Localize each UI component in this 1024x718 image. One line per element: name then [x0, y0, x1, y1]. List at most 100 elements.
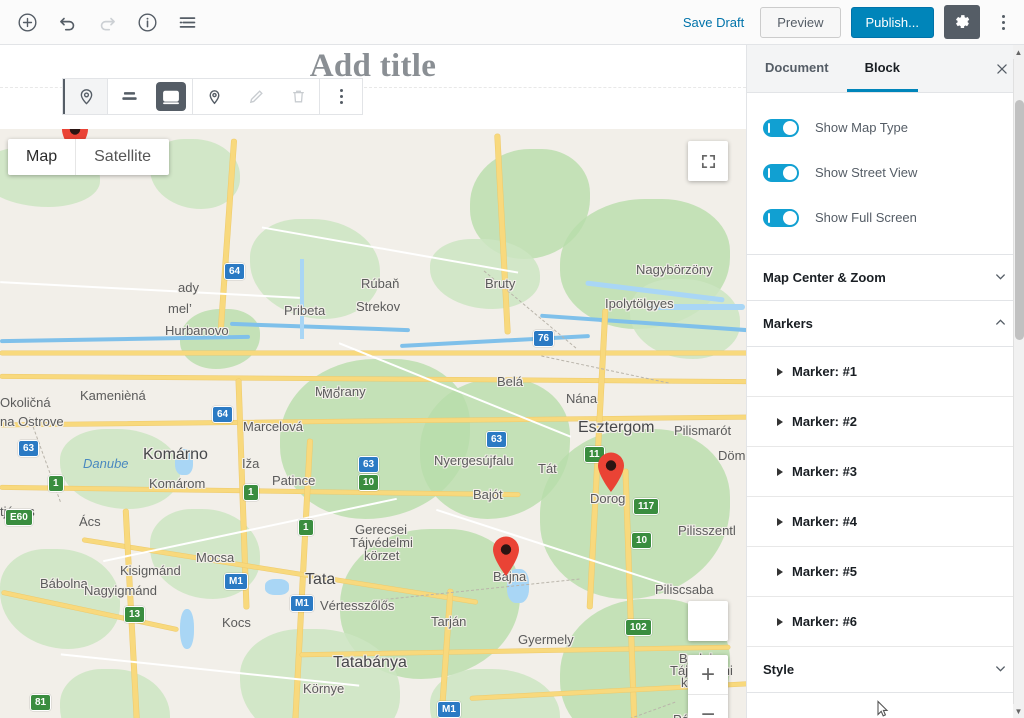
marker-accordion-row[interactable]: Marker: #1	[747, 347, 1024, 397]
marker-tools-group	[193, 79, 320, 114]
Dorog-marker[interactable]	[596, 451, 626, 493]
map-place-label: Bábolna	[40, 576, 88, 591]
panel-map-center-zoom[interactable]: Map Center & Zoom	[747, 255, 1024, 301]
sidebar-content: Show Map Type Show Street View Show Full S…	[747, 93, 1024, 718]
panel-map-center-zoom-label: Map Center & Zoom	[763, 270, 886, 285]
marker-accordion-row[interactable]: Marker: #6	[747, 597, 1024, 647]
marker-label: Marker: #2	[792, 414, 858, 429]
highway-shield: E60	[5, 509, 33, 526]
google-map-block[interactable]: Nagybörzöny Ipolytölgyes Bruty Rúbaň Strekov…	[0, 129, 746, 718]
toggle-row[interactable]: Show Map Type	[747, 105, 1024, 150]
map-place-label: Kisigmánd	[120, 563, 181, 578]
map-place-label: körzet	[364, 548, 400, 563]
scroll-down-arrow[interactable]: ▼	[1013, 704, 1024, 718]
save-draft-button[interactable]: Save Draft	[677, 11, 750, 34]
add-block-icon[interactable]	[8, 4, 46, 40]
ellipsis-vertical-icon[interactable]	[320, 79, 362, 114]
map-place-label: Dorog	[590, 491, 626, 506]
map-place-label: Környe	[303, 681, 345, 696]
toggle-label: Show Map Type	[815, 120, 908, 135]
triangle-right-icon	[777, 417, 783, 426]
marker-label: Marker: #6	[792, 614, 858, 629]
trash-icon	[277, 79, 319, 114]
Bajna-marker[interactable]	[491, 535, 521, 577]
info-icon[interactable]	[128, 4, 166, 40]
top-bar-left-tools	[0, 4, 206, 40]
map-place-label: Marcelová	[243, 419, 303, 434]
panel-style[interactable]: Style	[747, 647, 1024, 693]
marker-accordion-row[interactable]: Marker: #4	[747, 497, 1024, 547]
marker-label: Marker: #4	[792, 514, 858, 529]
block-type-group	[63, 79, 108, 114]
marker-pin-icon[interactable]	[193, 79, 235, 114]
highway-shield: 63	[486, 431, 508, 448]
toggle-switch[interactable]	[763, 208, 799, 227]
chevron-up-icon	[993, 315, 1008, 333]
panel-markers[interactable]: Markers	[747, 301, 1024, 347]
undo-icon[interactable]	[48, 4, 86, 40]
zoom-out-button[interactable]: −	[688, 695, 728, 718]
redo-icon	[88, 4, 126, 40]
map-type-map-button[interactable]: Map	[8, 139, 75, 175]
map-place-label: Pribeta	[284, 303, 326, 318]
highway-shield: 64	[212, 406, 234, 423]
toggle-label: Show Full Screen	[815, 210, 917, 225]
toggle-label: Show Street View	[815, 165, 918, 180]
map-place-label: Döm	[718, 448, 746, 463]
highway-shield: 63	[358, 456, 380, 473]
toggle-row[interactable]: Show Street View	[747, 150, 1024, 195]
gear-icon[interactable]	[944, 5, 980, 39]
location-pin-icon[interactable]	[65, 79, 107, 114]
map-place-label: Rúbaň	[361, 276, 400, 291]
map-type-satellite-button[interactable]: Satellite	[75, 139, 169, 175]
marker-label: Marker: #5	[792, 564, 858, 579]
align-wide-icon[interactable]	[114, 79, 144, 114]
map-display-toggles: Show Map Type Show Street View Show Full S…	[747, 93, 1024, 255]
marker-accordion-row[interactable]: Marker: #3	[747, 447, 1024, 497]
map-place-label: Danube	[83, 456, 129, 471]
preview-button[interactable]: Preview	[760, 6, 841, 38]
map-place-label: Vértesszőlős	[320, 598, 395, 613]
map-place-label: Nána	[566, 391, 598, 406]
toggle-switch[interactable]	[763, 163, 799, 182]
triangle-right-icon	[777, 517, 783, 526]
highway-shield: 10	[358, 474, 380, 491]
zoom-in-button[interactable]: +	[688, 655, 728, 695]
map-tiles[interactable]: Nagybörzöny Ipolytölgyes Bruty Rúbaň Strekov…	[0, 129, 746, 718]
map-place-label: Kamenièná	[80, 388, 146, 403]
map-place-label: Mocsa	[196, 550, 235, 565]
map-place-label: na Ostrove	[0, 414, 64, 429]
publish-button[interactable]: Publish...	[850, 6, 934, 38]
map-place-label: Patince	[272, 473, 316, 488]
marker-accordion-row[interactable]: Marker: #5	[747, 547, 1024, 597]
tab-block[interactable]: Block	[846, 45, 918, 92]
panel-style-label: Style	[763, 662, 795, 677]
sidebar-scrollbar[interactable]: ▲ ▼	[1013, 45, 1024, 718]
map-place-label: Kocs	[222, 615, 251, 630]
sidebar-scroll-thumb[interactable]	[1015, 100, 1024, 340]
toggle-row[interactable]: Show Full Screen	[747, 195, 1024, 240]
align-wide-slot	[108, 79, 150, 114]
pegman-icon[interactable]	[688, 601, 728, 641]
toggle-switch[interactable]	[763, 118, 799, 137]
tab-document[interactable]: Document	[747, 45, 847, 92]
scroll-up-arrow[interactable]: ▲	[1013, 45, 1024, 59]
marker-label: Marker: #3	[792, 464, 858, 479]
ellipsis-vertical-icon[interactable]	[990, 5, 1016, 39]
highway-shield: 63	[18, 440, 40, 457]
top-bar-right-tools: Save Draft Preview Publish...	[677, 5, 1024, 39]
fullscreen-icon[interactable]	[688, 141, 728, 181]
marker-accordion-row[interactable]: Marker: #2	[747, 397, 1024, 447]
block-toolbar	[62, 78, 363, 115]
block-navigation-icon[interactable]	[168, 4, 206, 40]
map-place-label: Tarján	[431, 614, 467, 629]
triangle-right-icon	[777, 467, 783, 476]
map-type-control: Map Satellite	[8, 139, 170, 175]
highway-shield: 81	[30, 694, 52, 711]
marker-label: Marker: #1	[792, 364, 858, 379]
map-place-label: Esztergom	[578, 419, 655, 436]
map-place-label: Ács	[79, 514, 101, 529]
map-place-label: ady	[178, 280, 199, 295]
map-place-label: Hurbanovo	[165, 323, 229, 338]
align-full-width-icon[interactable]	[156, 82, 186, 111]
